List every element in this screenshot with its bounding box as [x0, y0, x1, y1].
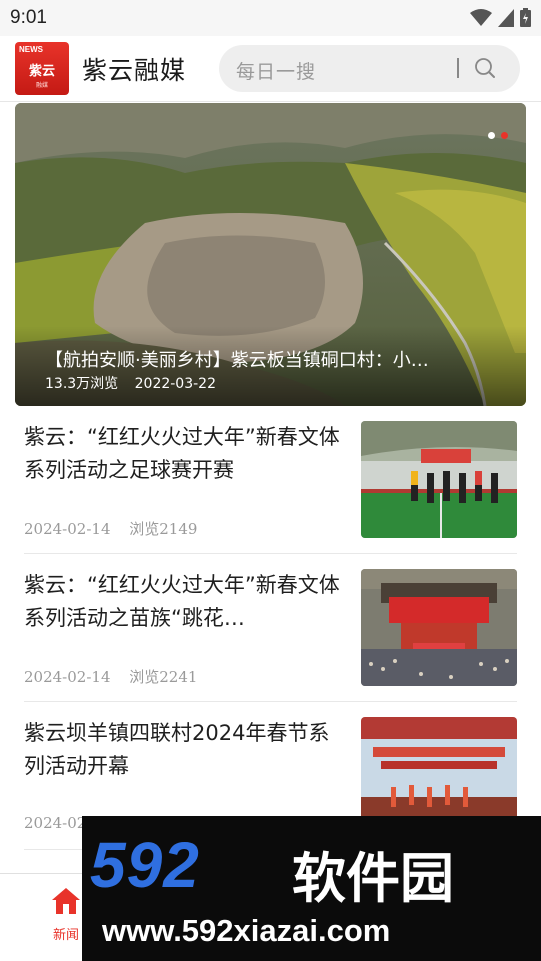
header-divider	[0, 101, 541, 102]
watermark-number: 592	[90, 829, 200, 901]
news-thumbnail[interactable]	[361, 421, 517, 538]
wifi-icon	[470, 8, 492, 26]
banner-views: 13.3万浏览	[45, 376, 119, 392]
logo-news-text: NEWS	[19, 45, 43, 54]
football-match-image	[361, 421, 517, 538]
search-icon[interactable]	[474, 57, 496, 79]
app-header: NEWS 紫云 融媒 紫云融媒 每日一搜	[0, 36, 541, 102]
news-title[interactable]: 紫云：“红红火火过大年”新春文体系列活动之苗族“跳花…	[24, 569, 346, 635]
festival-stage-image	[361, 569, 517, 686]
news-views: 浏览2149	[129, 520, 198, 538]
signal-icon	[498, 8, 514, 27]
news-item[interactable]: 紫云：“红红火火过大年”新春文体系列活动之苗族“跳花… 2024-02-14 浏…	[24, 569, 517, 691]
app-logo[interactable]: NEWS 紫云 融媒	[15, 42, 69, 95]
news-meta: 2024-02-14 浏览2241	[24, 666, 197, 687]
news-divider	[24, 701, 517, 702]
news-item[interactable]: 紫云：“红红火火过大年”新春文体系列活动之足球赛开赛 2024-02-14 浏览…	[24, 421, 517, 543]
news-divider	[24, 553, 517, 554]
banner-title[interactable]: 【航拍安顺·美丽乡村】紫云板当镇硐口村：小…	[45, 346, 495, 372]
news-meta: 2024-02-14 浏览2149	[24, 518, 197, 539]
watermark-brand: 软件园	[292, 847, 454, 910]
banner-meta: 13.3万浏览 2022-03-22	[45, 373, 216, 393]
search-bar[interactable]: 每日一搜	[219, 45, 520, 92]
logo-name-text: 紫云	[28, 64, 55, 79]
search-placeholder[interactable]: 每日一搜	[236, 57, 316, 84]
news-title[interactable]: 紫云坝羊镇四联村2024年春节系列活动开幕	[24, 717, 346, 783]
app-title: 紫云融媒	[82, 56, 187, 85]
news-date: 2024-02-14	[24, 668, 111, 686]
status-icons	[470, 8, 531, 27]
pagination-dot-active[interactable]	[501, 132, 508, 139]
pagination-dot[interactable]	[488, 132, 495, 139]
logo-sub-text: 融媒	[35, 82, 48, 89]
status-time: 9:01	[10, 7, 47, 28]
watermark-url: www.592xiazai.com	[102, 913, 391, 948]
search-divider	[457, 58, 459, 78]
news-date: 2024-02-14	[24, 520, 111, 538]
news-views: 浏览2241	[129, 668, 198, 686]
battery-icon	[520, 8, 531, 27]
watermark-overlay: 592 软件园 www.592xiazai.com	[82, 816, 541, 961]
status-bar: 9:01	[0, 0, 541, 36]
banner-date: 2022-03-22	[134, 376, 216, 392]
news-date: 2024-02	[24, 814, 87, 832]
news-thumbnail[interactable]	[361, 569, 517, 686]
home-icon	[52, 888, 80, 914]
banner-carousel[interactable]: 【航拍安顺·美丽乡村】紫云板当镇硐口村：小… 13.3万浏览 2022-03-2…	[15, 103, 526, 406]
banner-pagination	[488, 132, 508, 139]
news-title[interactable]: 紫云：“红红火火过大年”新春文体系列活动之足球赛开赛	[24, 421, 346, 487]
